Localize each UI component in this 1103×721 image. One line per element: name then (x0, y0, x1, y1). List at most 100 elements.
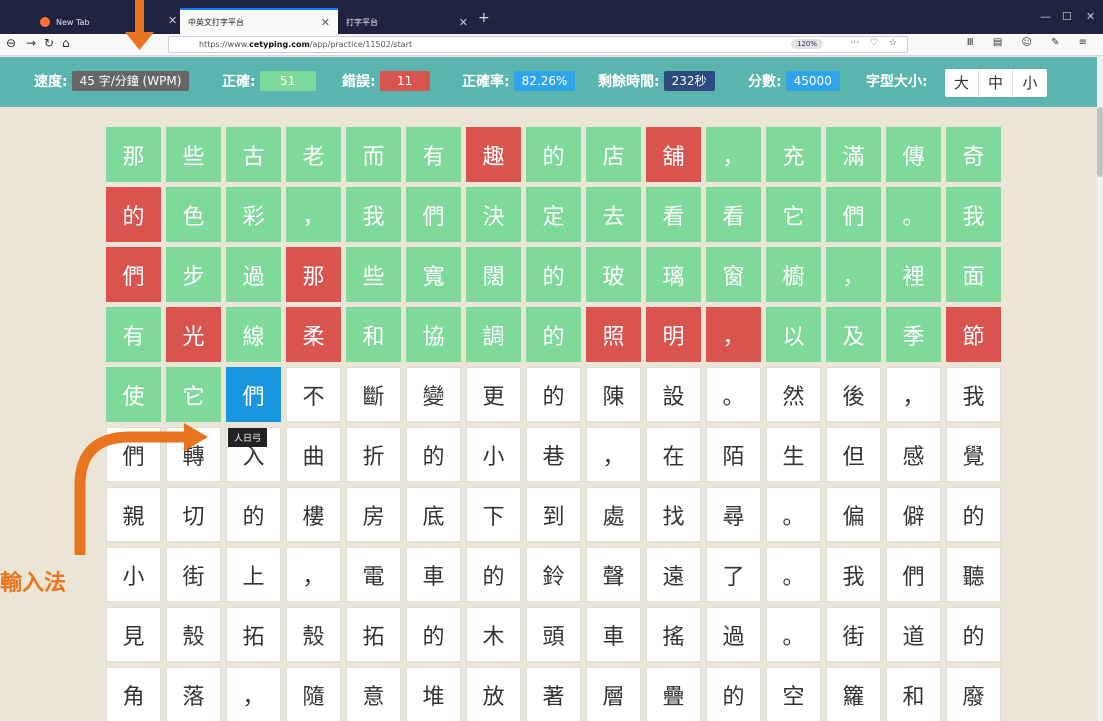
tab-close-icon[interactable]: ✕ (321, 16, 330, 29)
tab-close-icon[interactable]: ✕ (459, 16, 468, 29)
char-cell: 它 (166, 367, 221, 422)
errors-label: 錯誤: (342, 74, 376, 90)
errors-stat: 錯誤: 11 (342, 71, 430, 91)
back-icon[interactable]: ⊖ (6, 36, 16, 50)
char-cell: 的 (526, 127, 581, 182)
char-cell: 不 (286, 367, 341, 422)
char-cell: 節 (946, 307, 1001, 362)
char-cell: 隨 (286, 667, 341, 721)
char-cell: 古 (226, 127, 281, 182)
speed-label: 速度: (34, 74, 68, 90)
fontsize-small-button[interactable]: 小 (1013, 69, 1047, 97)
fontsize-medium-button[interactable]: 中 (979, 69, 1013, 97)
char-cell: 明 (646, 307, 701, 362)
time-label: 剩餘時間: (598, 74, 660, 90)
correct-stat: 正確: 51 (222, 71, 316, 91)
char-cell: 層 (586, 667, 641, 721)
errors-value: 11 (379, 71, 430, 91)
char-cell: 以 (766, 307, 821, 362)
char-cell: 看 (646, 187, 701, 242)
browser-nav-bar: ⊖ → ↻ ⌂ https://www. cetyping.com/app/pra… (0, 34, 1103, 56)
char-cell: 更 (466, 367, 521, 422)
home-icon[interactable]: ⌂ (62, 36, 70, 50)
correct-label: 正確: (222, 74, 256, 90)
char-cell: 的 (466, 547, 521, 602)
tab-close-icon[interactable]: ✕ (168, 14, 177, 27)
accuracy-stat: 正確率: 82.26% (462, 71, 576, 91)
fontsize-large-button[interactable]: 大 (945, 69, 979, 97)
char-cell: 。 (766, 487, 821, 542)
char-cell: 傳 (886, 127, 941, 182)
forward-icon[interactable]: → (26, 36, 36, 50)
url-host: cetyping.com (249, 40, 310, 49)
char-cell: 老 (286, 127, 341, 182)
char-cell: 充 (766, 127, 821, 182)
char-cell: 小 (466, 427, 521, 482)
toolbar-icons[interactable]: Ⅲ ▤ ☺ ✎ ≡ (967, 37, 1095, 48)
char-cell: 我 (946, 187, 1001, 242)
char-cell: 角 (106, 667, 161, 721)
char-cell: ， (286, 187, 341, 242)
char-cell: 車 (406, 547, 461, 602)
ime-annotation-label: 輸入法 (0, 571, 67, 596)
char-cell: 及 (826, 307, 881, 362)
char-cell: 房 (346, 487, 401, 542)
char-cell: 偏 (826, 487, 881, 542)
window-close-icon[interactable]: ✕ (1086, 10, 1095, 23)
char-cell: 們 (826, 187, 881, 242)
scrollbar-thumb[interactable] (1097, 107, 1103, 177)
annotation-curved-arrow (74, 423, 208, 555)
char-cell: 在 (646, 427, 701, 482)
arrow-head (125, 32, 154, 50)
url-bar[interactable]: https://www. cetyping.com/app/practice/11… (168, 36, 908, 53)
char-cell: 那 (106, 127, 161, 182)
char-cell: 彩 (226, 187, 281, 242)
annotation-down-arrow (125, 0, 154, 50)
page-scrollbar[interactable] (1097, 57, 1103, 721)
accuracy-value: 82.26% (513, 71, 576, 91)
char-cell: 的 (526, 247, 581, 302)
char-cell: 和 (346, 307, 401, 362)
url-path: /app/practice/11502/start (309, 40, 413, 49)
char-cell: 我 (826, 547, 881, 602)
zoom-badge[interactable]: 120% (790, 39, 823, 49)
char-cell: ， (226, 667, 281, 721)
new-tab-plus-icon[interactable]: + (478, 10, 490, 26)
char-cell: 殼 (166, 607, 221, 662)
char-cell: 頭 (526, 607, 581, 662)
char-cell: 搖 (646, 607, 701, 662)
arrow-shaft (135, 0, 144, 36)
char-cell: 和 (886, 667, 941, 721)
char-cell: 生 (766, 427, 821, 482)
page-actions-icon[interactable]: ⋯ ♡ ☆ (850, 38, 901, 48)
minimize-icon[interactable]: — (1040, 10, 1051, 23)
char-cell: 線 (226, 307, 281, 362)
char-cell: 鈴 (526, 547, 581, 602)
char-cell: 意 (346, 667, 401, 721)
tab-title: 打字平台 (346, 17, 378, 27)
char-cell: ， (706, 127, 761, 182)
char-cell: 覺 (946, 427, 1001, 482)
char-cell: 定 (526, 187, 581, 242)
correct-value: 51 (259, 71, 316, 91)
char-cell: 曲 (286, 427, 341, 482)
char-cell: 拓 (346, 607, 401, 662)
reload-icon[interactable]: ↻ (44, 36, 54, 50)
char-cell: 我 (346, 187, 401, 242)
char-cell: 闊 (466, 247, 521, 302)
char-cell: 。 (886, 187, 941, 242)
maximize-icon[interactable]: ☐ (1062, 10, 1072, 23)
char-cell: 。 (706, 367, 761, 422)
char-cell: 有 (406, 127, 461, 182)
tab-typing-platform[interactable]: 打字平台 ✕ (338, 10, 476, 34)
tab-typing-platform-active[interactable]: 中英文打字平台 ✕ (180, 8, 338, 34)
char-cell: 照 (586, 307, 641, 362)
char-cell: 的 (946, 487, 1001, 542)
char-cell: 季 (886, 307, 941, 362)
tab-title: New Tab (56, 17, 90, 27)
char-cell: 們 (106, 247, 161, 302)
char-cell: 疊 (646, 667, 701, 721)
active-char-cell: 們 (226, 367, 281, 422)
char-cell: 然 (766, 367, 821, 422)
char-cell: 光 (166, 307, 221, 362)
